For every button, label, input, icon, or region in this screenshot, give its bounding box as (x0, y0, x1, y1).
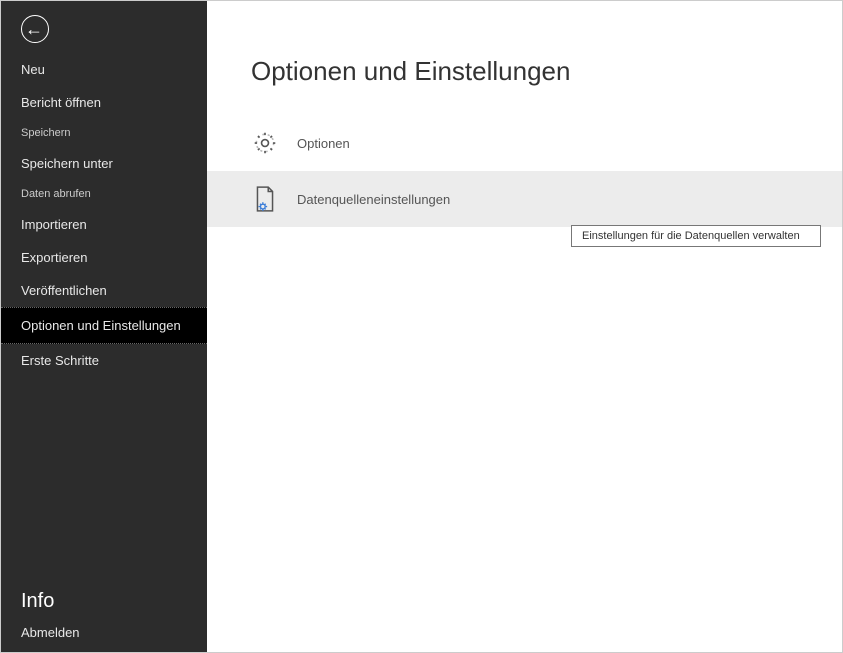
sidebar-item-getting-started[interactable]: Erste Schritte (1, 344, 207, 377)
main-content: Optionen und Einstellungen Optionen (207, 1, 842, 652)
tooltip-text: Einstellungen für die Datenquellen verwa… (582, 230, 800, 242)
option-datasource-settings[interactable]: Datenquelleneinstellungen (207, 171, 842, 227)
sidebar-menu: Neu Bericht öffnen Speichern Speichern u… (1, 53, 207, 377)
gear-icon (251, 129, 279, 157)
sidebar-item-label: Erste Schritte (21, 353, 99, 368)
option-options[interactable]: Optionen (207, 115, 842, 171)
sidebar-item-label: Optionen und Einstellungen (21, 318, 181, 333)
sidebar-item-label: Veröffentlichen (21, 283, 107, 298)
option-label: Optionen (297, 136, 350, 151)
sidebar: ← Neu Bericht öffnen Speichern Speichern… (1, 1, 207, 652)
page-title: Optionen und Einstellungen (207, 1, 842, 115)
sidebar-item-label: Importieren (21, 217, 87, 232)
sidebar-item-import[interactable]: Importieren (1, 208, 207, 241)
back-button[interactable]: ← (1, 1, 207, 53)
sidebar-item-save[interactable]: Speichern (1, 119, 207, 147)
sidebar-item-options-settings[interactable]: Optionen und Einstellungen (1, 307, 207, 344)
tooltip: Einstellungen für die Datenquellen verwa… (571, 225, 821, 247)
sidebar-item-save-as[interactable]: Speichern unter (1, 147, 207, 180)
sidebar-item-publish[interactable]: Veröffentlichen (1, 274, 207, 307)
sidebar-item-new[interactable]: Neu (1, 53, 207, 86)
back-arrow-icon: ← (21, 15, 49, 43)
signout-link[interactable]: Abmelden (1, 617, 207, 652)
sidebar-item-label: Neu (21, 62, 45, 77)
sidebar-item-open-report[interactable]: Bericht öffnen (1, 86, 207, 119)
document-gear-icon (251, 185, 279, 213)
sidebar-item-label: Speichern (21, 127, 71, 139)
sidebar-item-label: Exportieren (21, 250, 87, 265)
sidebar-item-export[interactable]: Exportieren (1, 241, 207, 274)
signout-label: Abmelden (21, 625, 80, 640)
sidebar-item-label: Bericht öffnen (21, 95, 101, 110)
sidebar-item-label: Daten abrufen (21, 188, 91, 200)
info-heading: Info (1, 582, 207, 617)
option-label: Datenquelleneinstellungen (297, 192, 450, 207)
sidebar-item-label: Speichern unter (21, 156, 113, 171)
sidebar-item-get-data[interactable]: Daten abrufen (1, 180, 207, 208)
